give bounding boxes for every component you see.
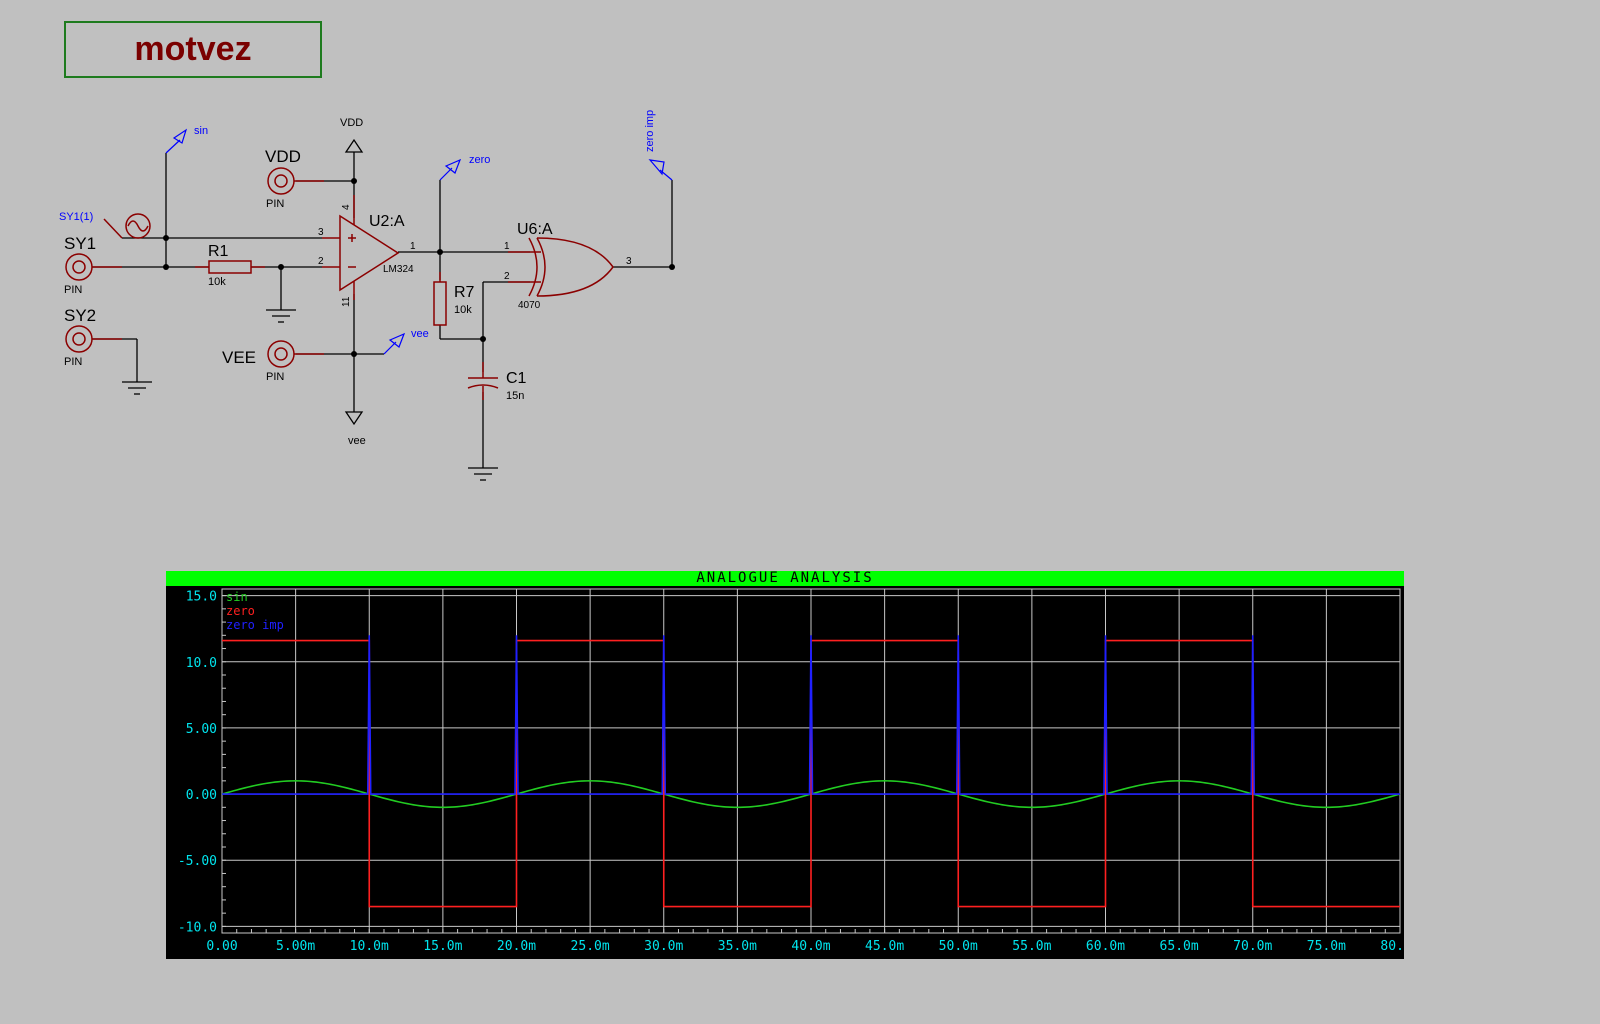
wires (92, 152, 673, 468)
legend-entry: zero (226, 604, 255, 618)
schematic: VDD vee SY1 PIN SY2 PIN VDD PIN VEE PIN … (59, 110, 675, 481)
y-tick-label: 0.00 (186, 788, 217, 803)
pin-sy1[interactable] (65, 253, 122, 281)
x-tick-label: 35.0m (718, 939, 757, 954)
pin-vee[interactable] (267, 340, 324, 368)
x-tick-label: 15.0m (423, 939, 462, 954)
vee-terminal[interactable]: vee (344, 411, 366, 447)
plot-area[interactable]: 0.00 5.00m 10.0m 15.0m 20.0m 25.0m 30.0m 35.0m 4… (166, 571, 1404, 959)
x-tick-label: 75.0m (1307, 939, 1346, 954)
x-tick-label: 40.0m (791, 939, 830, 954)
sy2-type: PIN (64, 356, 82, 368)
x-tick-label: 5.00m (276, 939, 315, 954)
ground-icon (266, 309, 296, 323)
y-tick-label: -10.0 (178, 920, 217, 935)
x-tick-label: 50.0m (939, 939, 978, 954)
ground-symbols (122, 309, 498, 481)
r1-value: 10k (208, 276, 226, 288)
r7-label: R7 (454, 284, 475, 301)
y-tick-label: -5.00 (178, 854, 217, 869)
x-tick-label: 45.0m (865, 939, 904, 954)
sy2-label: SY2 (64, 306, 96, 325)
r1-label: R1 (208, 243, 229, 260)
probe-vee-label: vee (411, 328, 429, 340)
x-tick-label: 55.0m (1012, 939, 1051, 954)
probe-sin[interactable] (165, 128, 188, 154)
y-tick-label: 10.0 (186, 656, 217, 671)
pin-vdd[interactable] (267, 167, 324, 195)
opamp-pin-vcc: 4 (341, 204, 352, 210)
legend-entry: sin (226, 590, 248, 604)
resistor-r1[interactable] (195, 260, 265, 274)
vdd-terminal-label: VDD (340, 117, 363, 129)
resistor-r7[interactable] (433, 272, 447, 326)
xor-label: U6:A (517, 221, 553, 238)
sine-source-icon[interactable] (103, 213, 151, 239)
opamp-part: LM324 (383, 264, 414, 275)
probe-zero-imp[interactable] (648, 159, 673, 181)
xor-pin-out: 3 (626, 256, 632, 267)
vee-terminal-label: vee (348, 435, 366, 447)
probe-zero-imp-label: zero imp (644, 110, 656, 152)
probe-zero-label: zero (469, 154, 490, 166)
x-tick-label: 25.0m (571, 939, 610, 954)
vee-pin-label: VEE (222, 348, 256, 367)
xor-pin-a: 1 (504, 241, 510, 252)
r7-value: 10k (454, 304, 472, 316)
ground-icon (468, 467, 498, 481)
opamp-label: U2:A (369, 213, 405, 230)
x-tick-label: 70.0m (1233, 939, 1272, 954)
vdd-pin-label: VDD (265, 147, 301, 166)
vdd-pin-type: PIN (266, 198, 284, 210)
source-label: SY1(1) (59, 211, 93, 223)
xor-pin-b: 2 (504, 271, 510, 282)
vdd-terminal[interactable]: VDD (340, 117, 363, 153)
opamp-pin-plus: 3 (318, 227, 324, 238)
pin-sy2[interactable] (65, 325, 122, 353)
legend-entry: zero imp (226, 618, 284, 632)
probe-vee[interactable] (383, 332, 406, 355)
x-tick-label: 65.0m (1160, 939, 1199, 954)
capacitor-c1[interactable] (467, 362, 499, 400)
x-tick-label: 60.0m (1086, 939, 1125, 954)
ground-icon (122, 381, 152, 395)
sy1-label: SY1 (64, 234, 96, 253)
c1-value: 15n (506, 390, 524, 402)
c1-label: C1 (506, 370, 527, 387)
x-tick-label: 0.00 (206, 939, 237, 954)
probe-sin-label: sin (194, 125, 208, 137)
opamp-u2a[interactable] (322, 195, 400, 300)
analogue-analysis-graph[interactable]: ANALOGUE ANALYSIS 0.00 5.00m 10.0m 15.0m 20.… (166, 571, 1404, 959)
xor-gate-u6a[interactable] (508, 237, 614, 297)
probe-zero[interactable] (439, 158, 462, 181)
x-tick-label: 80.0m (1380, 939, 1404, 954)
sy1-type: PIN (64, 284, 82, 296)
opamp-pin-minus: 2 (318, 256, 324, 267)
vee-pin-type: PIN (266, 371, 284, 383)
opamp-pin-vee: 11 (341, 296, 352, 307)
xor-part: 4070 (518, 300, 541, 311)
opamp-pin-out: 1 (410, 241, 416, 252)
y-tick-label: 15.0 (186, 590, 217, 605)
x-tick-label: 30.0m (644, 939, 683, 954)
x-tick-label: 20.0m (497, 939, 536, 954)
x-tick-label: 10.0m (350, 939, 389, 954)
y-tick-label: 5.00 (186, 722, 217, 737)
